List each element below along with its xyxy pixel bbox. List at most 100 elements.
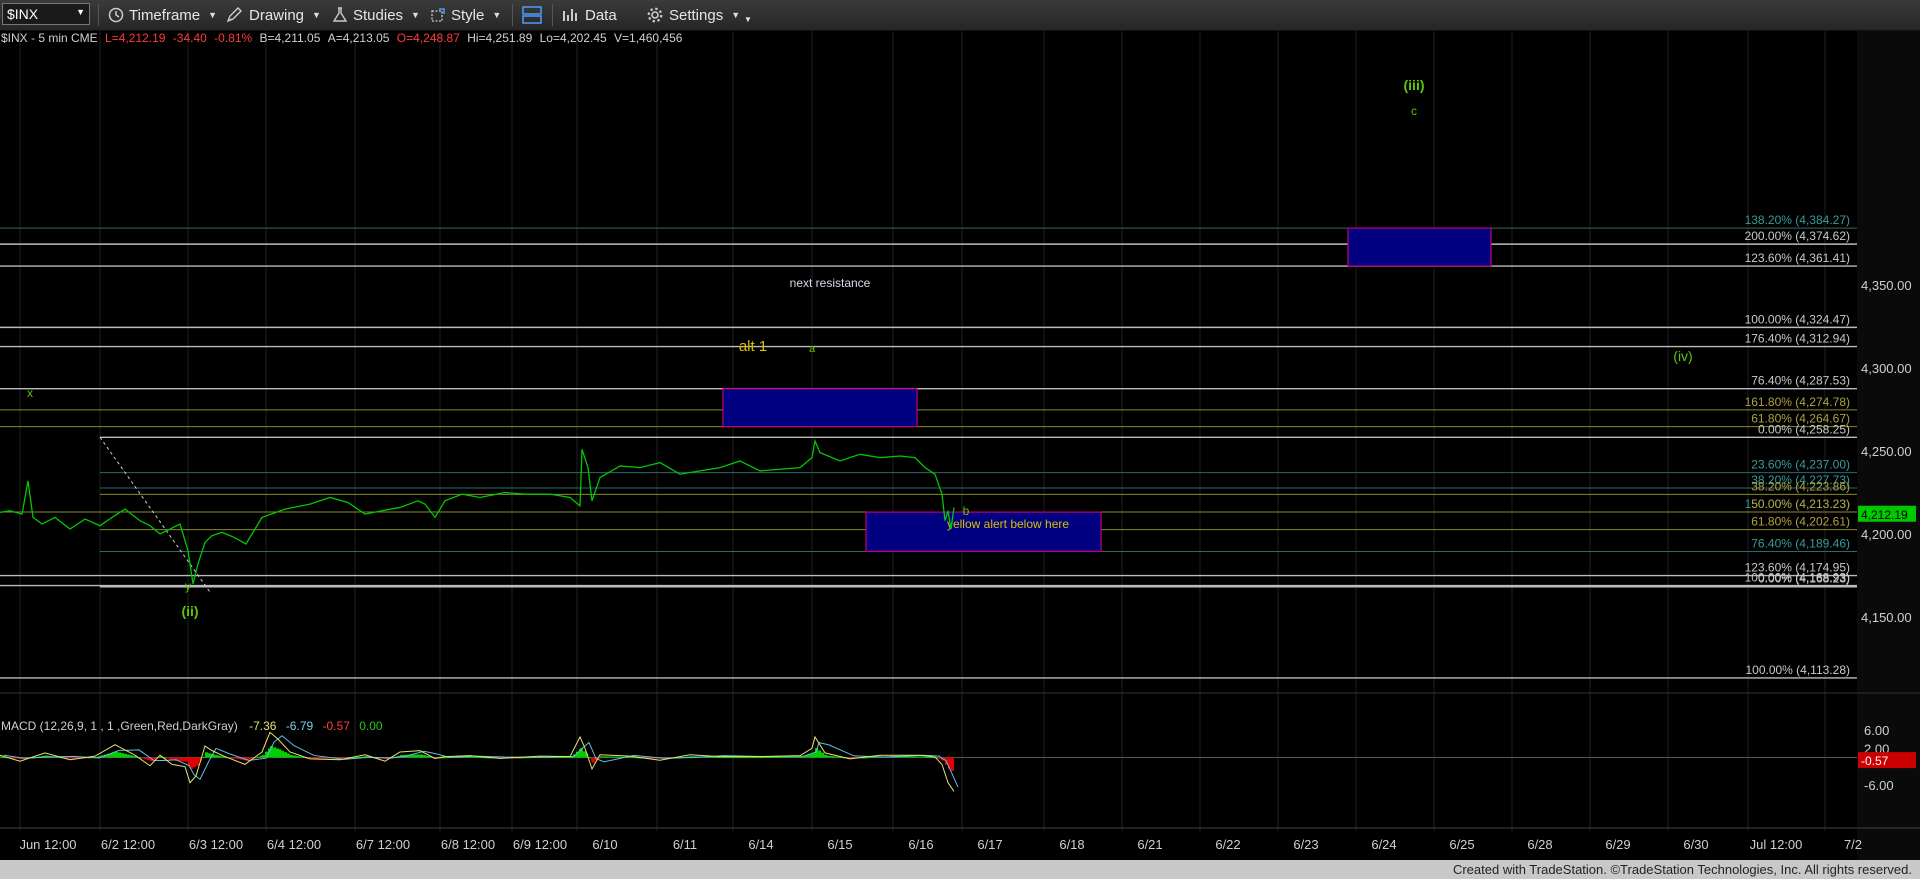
macd-histogram-bar (772, 756, 775, 758)
fib-level-label: 0.00% (4,168.23) (1758, 572, 1850, 586)
drawing-menu[interactable]: Drawing ▼ (226, 0, 321, 30)
timeframe-menu[interactable]: Timeframe ▼ (108, 0, 217, 30)
macd-histogram-bar (169, 757, 172, 760)
fib-level-label: 23.60% (4,237.00) (1751, 458, 1850, 472)
macd-histogram-bar (904, 756, 907, 758)
macd-histogram-bar (747, 757, 750, 759)
chart-area[interactable]: 138.20% (4,384.27) 200.00% (4,374.62) 123.… (0, 31, 1920, 860)
chevron-down-icon: ▼ (492, 10, 502, 20)
style-menu[interactable]: Style ▼ (430, 0, 501, 30)
macd-histogram-bar (951, 757, 954, 771)
macd-histogram-bar (423, 755, 426, 758)
time-axis-label: 7/2 (1844, 837, 1862, 852)
yellow-alert-label: yellow alert below here (947, 517, 1069, 531)
macd-histogram-bar (273, 747, 276, 758)
macd-histogram-bar (781, 756, 784, 758)
macd-label: MACD (12,26,9, 1 , 1 ,Green,Red,DarkGray… (1, 719, 238, 733)
macd-histogram-bar (907, 756, 910, 758)
price-axis-label: 4,250.00 (1861, 444, 1912, 459)
macd-histogram-bar (215, 755, 218, 758)
macd-histogram-bar (834, 756, 837, 758)
studies-menu[interactable]: Studies ▼ (332, 0, 420, 30)
macd-histogram-bar (763, 757, 766, 759)
macd-signal-value: -6.79 (285, 719, 314, 733)
chevron-down-icon: ▼ (312, 10, 321, 20)
toolbar-divider (98, 4, 99, 26)
macd-histogram-bar (612, 756, 615, 758)
chevron-down-icon: ▼ (208, 10, 218, 20)
macd-histogram-bar (920, 756, 923, 758)
macd-histogram-bar (609, 756, 612, 758)
macd-histogram-bar (714, 756, 717, 758)
time-axis-label: 6/7 12:00 (356, 837, 410, 852)
macd-histogram-bar (205, 752, 208, 758)
time-axis-label: Jun 12:00 (19, 837, 76, 852)
time-axis-label: 6/28 (1527, 837, 1552, 852)
macd-histogram-bar (753, 757, 756, 759)
macd-histogram-bar (420, 754, 423, 758)
time-axis-label: 6/24 (1371, 837, 1396, 852)
macd-histogram-bar (750, 757, 753, 759)
macd-histogram-bar (630, 756, 633, 758)
drawing-label: Drawing (249, 6, 305, 24)
macd-histogram-bar (218, 755, 221, 758)
fib-level-label: 123.60% (4,361.41) (1745, 251, 1850, 265)
layout-button[interactable] (521, 0, 548, 30)
fib-level-label: 200.00% (4,374.62) (1745, 229, 1850, 243)
fib-level-label: 176.40% (4,312.94) (1745, 332, 1850, 346)
wave-label: (iii) (1404, 77, 1425, 93)
macd-histogram-bar (711, 756, 714, 758)
macd-histogram-bar (124, 753, 127, 758)
fib-level-label: 161.80% (4,274.78) (1745, 395, 1850, 409)
macd-histogram-bar (257, 756, 260, 758)
overflow-icon[interactable]: ▼ (744, 4, 752, 34)
data-menu[interactable]: Data (562, 0, 617, 30)
macd-histogram-bar (166, 757, 169, 759)
fib-level-label: 50.00% (4,213.23) (1751, 497, 1850, 511)
time-axis-label: Jul 12:00 (1750, 837, 1803, 852)
macd-histogram-bar (70, 757, 73, 759)
macd-histogram-bar (913, 756, 916, 758)
macd-histogram-bar (415, 754, 418, 758)
macd-histogram-bar (299, 756, 302, 758)
macd-value: -7.36 (249, 719, 277, 733)
macd-histogram-bar (769, 756, 772, 758)
net-change: -34.40 (172, 31, 207, 45)
macd-histogram-bar (567, 757, 570, 759)
macd-histogram-bar (293, 755, 296, 758)
macd-histogram-bar (812, 753, 815, 758)
macd-histogram-bar (796, 756, 799, 758)
bid-price: B=4,211.05 (259, 31, 321, 45)
data-label: Data (585, 6, 617, 24)
macd-histogram-bar (319, 757, 322, 759)
symbol-selector[interactable]: $INX ▼ (2, 3, 90, 25)
settings-menu[interactable]: Settings ▼ (646, 0, 740, 30)
symbol-interval: $INX - 5 min CME (1, 31, 98, 45)
fib-level-label: 100.00% (4,113.28) (1745, 663, 1850, 677)
chevron-down-icon[interactable]: ▼ (76, 7, 85, 17)
macd-histogram-bar (248, 757, 251, 760)
time-axis-label: 6/18 (1059, 837, 1084, 852)
macd-histogram-bar (231, 757, 234, 759)
macd-histogram-bar (784, 756, 787, 758)
macd-line (0, 731, 955, 792)
macd-axis-label: 6.00 (1864, 723, 1889, 738)
macd-histogram-bar (193, 757, 196, 768)
macd-histogram-bar (570, 757, 573, 759)
macd-histogram-bar (717, 757, 720, 759)
macd-histogram-bar (603, 756, 606, 758)
macd-histogram-bar (825, 755, 828, 758)
macd-histogram-bar (130, 755, 133, 758)
macd-histogram-bar (412, 754, 415, 758)
macd-histogram-bar (322, 757, 325, 759)
price-axis-label: 4,300.00 (1861, 361, 1912, 376)
time-axis-label: 6/29 (1605, 837, 1630, 852)
macd-histogram-value: -0.57 (322, 719, 350, 733)
macd-histogram-bar (760, 757, 763, 759)
fib-level-label: 38.20% (4,223.86) (1751, 479, 1850, 493)
macd-histogram-bar (926, 756, 929, 758)
macd-histogram-bar (618, 756, 621, 758)
macd-histogram-bar (923, 756, 926, 758)
macd-signal-line (3, 735, 959, 788)
price-axis-label: 4,150.00 (1861, 610, 1912, 625)
